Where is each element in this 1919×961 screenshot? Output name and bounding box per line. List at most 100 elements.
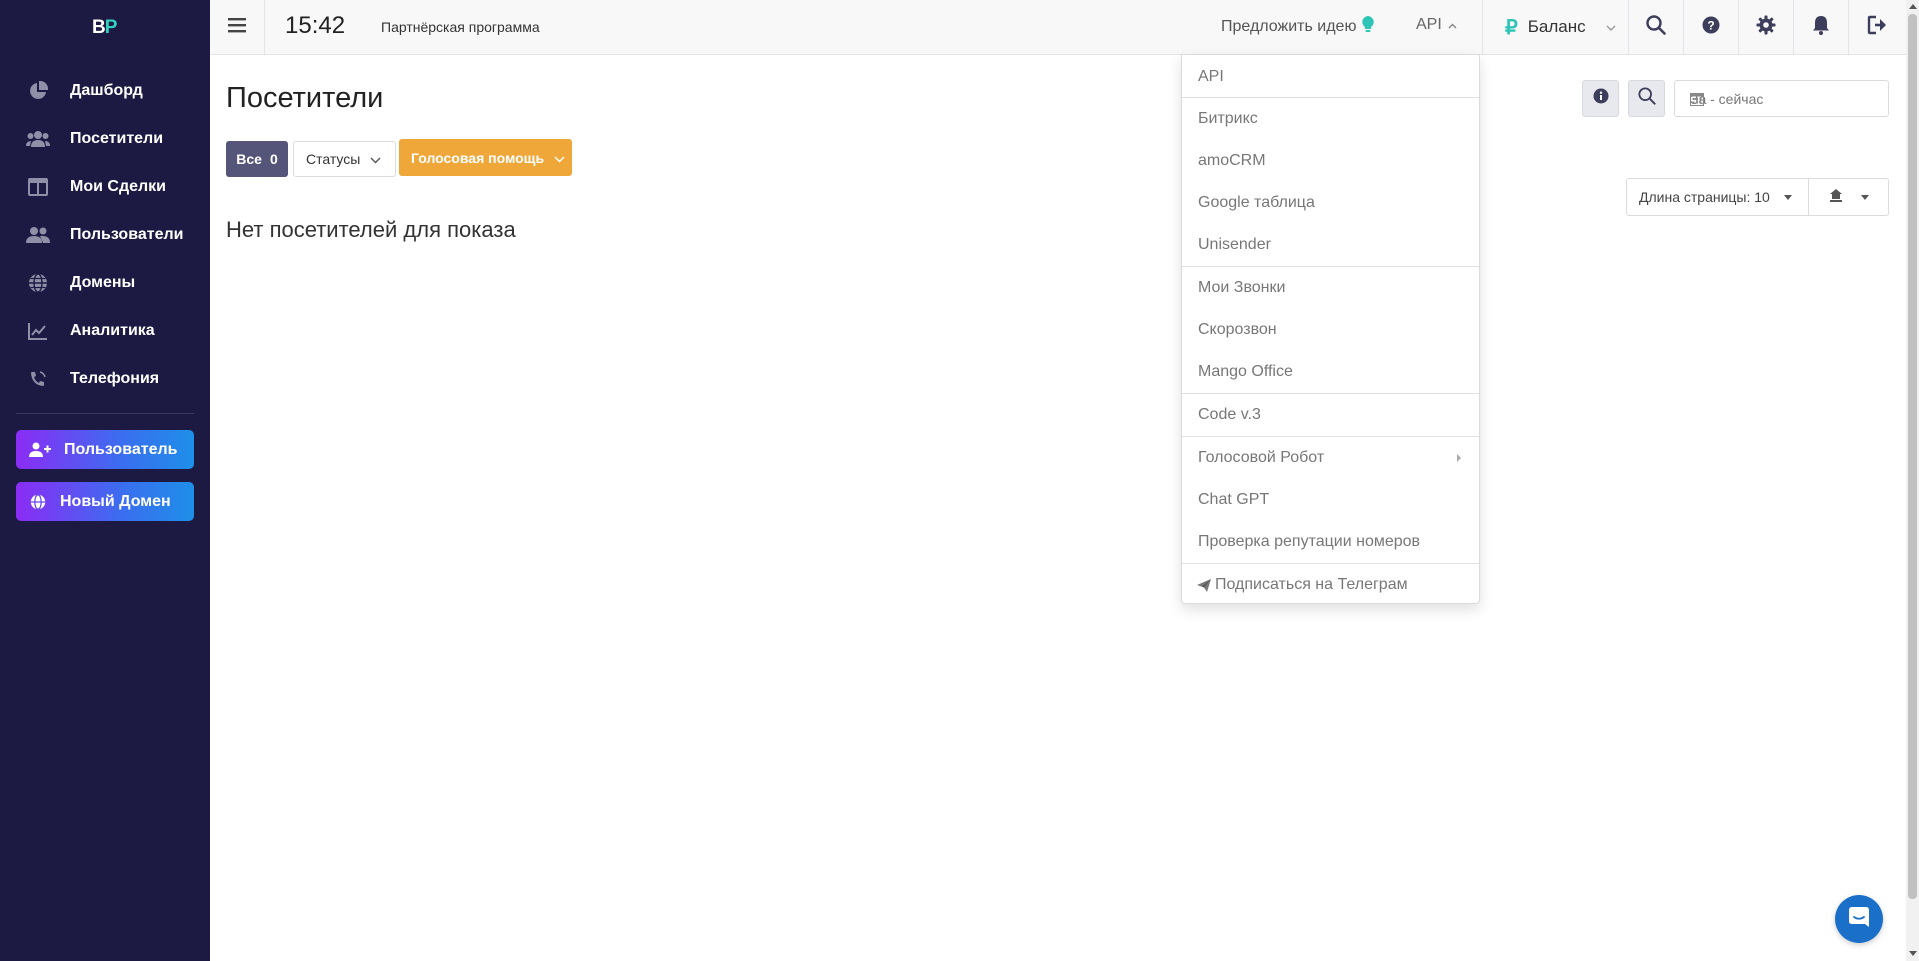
balance-label: Баланс bbox=[1527, 17, 1586, 36]
lightbulb-icon bbox=[1356, 16, 1375, 38]
scroll-up-arrow[interactable] bbox=[1909, 4, 1917, 9]
export-dropdown[interactable] bbox=[1808, 178, 1889, 216]
visitor-search-button[interactable] bbox=[1628, 80, 1665, 117]
page-length-label: Длина страницы: 10 bbox=[1639, 189, 1770, 205]
sidebar-item-analytics[interactable]: Аналитика bbox=[0, 307, 210, 355]
chat-widget-button[interactable] bbox=[1835, 895, 1883, 943]
voice-robot-label: Голосовой Робот bbox=[1198, 449, 1325, 466]
chevron-up-icon bbox=[1442, 16, 1457, 34]
user-group-icon bbox=[26, 225, 50, 245]
globe-icon bbox=[26, 493, 50, 510]
api-dropdown-menu: API Битрикс amoCRM Google таблица Unisen… bbox=[1181, 54, 1480, 604]
ruble-icon: ₽ bbox=[1505, 16, 1518, 39]
question-circle-icon: ? bbox=[1702, 16, 1720, 39]
filter-all-count: 0 bbox=[269, 151, 278, 167]
sidebar-item-visitors[interactable]: Посетители bbox=[0, 115, 210, 163]
phone-icon bbox=[26, 369, 50, 389]
svg-text:?: ? bbox=[1707, 18, 1714, 32]
gear-icon bbox=[1756, 15, 1776, 40]
new-domain-button[interactable]: Новый Домен bbox=[16, 482, 194, 521]
page-scrollbar[interactable] bbox=[1906, 0, 1919, 961]
menu-item-skorozvon[interactable]: Скорозвон bbox=[1182, 309, 1479, 351]
search-icon bbox=[1646, 14, 1666, 40]
calendar-icon[interactable] bbox=[1690, 92, 1875, 109]
line-chart-icon bbox=[26, 321, 50, 341]
add-user-button[interactable]: Пользователь bbox=[16, 430, 194, 469]
top-bar: 15:42 Партнёрская программа Предложить и… bbox=[210, 0, 1906, 55]
voice-help-dropdown[interactable]: Голосовая помощь bbox=[399, 139, 572, 176]
menu-item-number-reputation[interactable]: Проверка репутации номеров bbox=[1182, 521, 1479, 563]
scroll-thumb[interactable] bbox=[1908, 14, 1917, 899]
chevron-down-icon bbox=[360, 151, 381, 167]
chevron-down-icon bbox=[1586, 18, 1616, 36]
sidebar-item-domains[interactable]: Домены bbox=[0, 259, 210, 307]
sidebar-nav: Дашборд Посетители Мои Сделки Пользовате… bbox=[0, 67, 210, 403]
sidebar-item-label: Домены bbox=[70, 274, 136, 291]
date-range-input[interactable]: За - сейчас bbox=[1674, 80, 1889, 117]
add-user-label: Пользователь bbox=[64, 440, 178, 458]
menu-item-google-sheet[interactable]: Google таблица bbox=[1182, 182, 1479, 224]
paper-plane-icon bbox=[1197, 578, 1211, 592]
api-toggle-label: API bbox=[1416, 16, 1442, 33]
logout-button[interactable] bbox=[1848, 0, 1906, 54]
partner-program-link[interactable]: Партнёрская программа bbox=[381, 19, 540, 35]
api-dropdown-toggle[interactable]: API bbox=[1416, 16, 1457, 34]
hamburger-icon bbox=[228, 17, 246, 38]
menu-item-amocrm[interactable]: amoCRM bbox=[1182, 140, 1479, 182]
sidebar-item-deals[interactable]: Мои Сделки bbox=[0, 163, 210, 211]
voice-help-label: Голосовая помощь bbox=[411, 149, 545, 166]
filter-all-label: Все bbox=[236, 151, 262, 167]
menu-item-mango-office[interactable]: Mango Office bbox=[1182, 351, 1479, 393]
users-icon bbox=[26, 129, 50, 149]
chat-icon bbox=[1847, 905, 1871, 934]
sidebar-item-label: Посетители bbox=[70, 130, 164, 147]
filter-all-button[interactable]: Все 0 bbox=[226, 141, 288, 177]
suggest-idea-link[interactable]: Предложить идею bbox=[1221, 16, 1375, 38]
menu-item-unisender[interactable]: Unisender bbox=[1182, 224, 1479, 266]
sidebar-item-dashboard[interactable]: Дашборд bbox=[0, 67, 210, 115]
submenu-arrow-icon bbox=[1457, 454, 1461, 462]
clock: 15:42 bbox=[285, 12, 346, 39]
suggest-idea-label: Предложить идею bbox=[1221, 18, 1357, 35]
page-title: Посетители bbox=[226, 82, 384, 114]
logo-letter-p: P bbox=[104, 17, 118, 38]
scroll-down-arrow[interactable] bbox=[1909, 951, 1917, 956]
empty-state-message: Нет посетителей для показа bbox=[226, 217, 516, 242]
caret-down-icon bbox=[1860, 194, 1869, 200]
sidebar-item-label: Аналитика bbox=[70, 322, 155, 339]
menu-toggle-button[interactable] bbox=[210, 0, 265, 54]
caret-down-icon bbox=[1783, 194, 1792, 200]
export-icon bbox=[1829, 188, 1843, 207]
notifications-button[interactable] bbox=[1793, 0, 1848, 54]
sidebar-item-label: Телефония bbox=[70, 370, 160, 387]
sidebar-item-telephony[interactable]: Телефония bbox=[0, 355, 210, 403]
menu-item-code-v3[interactable]: Code v.3 bbox=[1182, 394, 1479, 436]
menu-item-chat-gpt[interactable]: Chat GPT bbox=[1182, 479, 1479, 521]
info-button[interactable] bbox=[1582, 80, 1619, 117]
menu-item-api[interactable]: API bbox=[1182, 56, 1479, 98]
sign-out-icon bbox=[1867, 15, 1889, 40]
menu-item-telegram-subscribe[interactable]: Подписаться на Телеграм bbox=[1182, 564, 1479, 606]
sidebar-item-label: Дашборд bbox=[70, 82, 143, 99]
globe-icon bbox=[26, 273, 50, 293]
telegram-subscribe-label: Подписаться на Телеграм bbox=[1215, 576, 1408, 593]
chevron-down-icon bbox=[544, 150, 565, 166]
menu-item-my-calls[interactable]: Мои Звонки bbox=[1182, 267, 1479, 309]
bell-icon bbox=[1812, 15, 1830, 40]
logo-letter-b: B bbox=[92, 17, 106, 38]
columns-icon bbox=[26, 177, 50, 197]
user-plus-icon bbox=[28, 442, 52, 458]
settings-button[interactable] bbox=[1738, 0, 1793, 54]
sidebar: BP Дашборд Посетители Мои Сделки Пользов… bbox=[0, 0, 210, 961]
balance-dropdown[interactable]: ₽ Баланс bbox=[1482, 0, 1628, 54]
sidebar-item-users[interactable]: Пользователи bbox=[0, 211, 210, 259]
page-length-dropdown[interactable]: Длина страницы: 10 bbox=[1626, 178, 1809, 216]
help-button[interactable]: ? bbox=[1683, 0, 1738, 54]
info-icon bbox=[1593, 88, 1609, 109]
sidebar-item-label: Мои Сделки bbox=[70, 178, 166, 195]
menu-item-voice-robot[interactable]: Голосовой Робот bbox=[1182, 437, 1479, 479]
search-button[interactable] bbox=[1628, 0, 1683, 54]
menu-item-bitrix[interactable]: Битрикс bbox=[1182, 98, 1479, 140]
status-filter-dropdown[interactable]: Статусы bbox=[293, 141, 396, 177]
logo[interactable]: BP bbox=[92, 17, 118, 39]
